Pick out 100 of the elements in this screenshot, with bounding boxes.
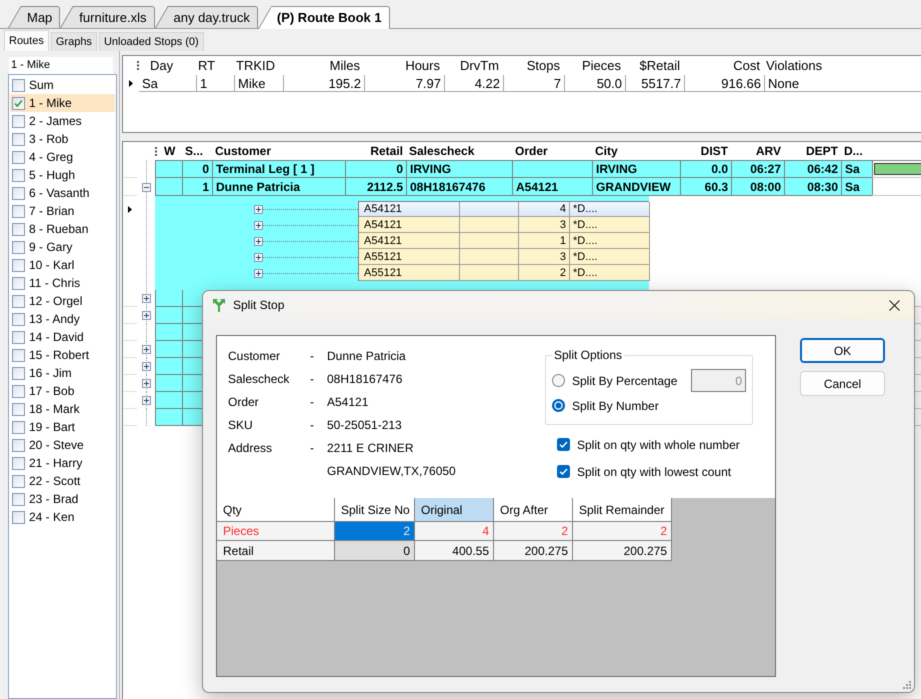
table-row[interactable]: 1 Dunne Patricia 2112.5 08H18167476 A54121 GRANDVIEW 60.3 08:00 08:30 Sa (155, 178, 872, 196)
checkbox-icon[interactable] (12, 96, 25, 110)
expand-icon[interactable] (142, 345, 150, 354)
column-header[interactable]: Hours (363, 56, 443, 75)
column-header[interactable]: RT (195, 56, 233, 75)
resize-grip-icon[interactable] (903, 681, 911, 689)
column-header[interactable]: Split Remainder (573, 498, 672, 522)
column-header[interactable]: City (592, 142, 680, 160)
detail-row[interactable]: A55121 3 *D.... (358, 249, 649, 265)
column-header[interactable]: Cost (683, 56, 763, 75)
radio-option[interactable]: Split By Percentage (552, 374, 678, 388)
column-header[interactable]: Salescheck (406, 142, 512, 160)
document-tab[interactable]: Map (8, 6, 60, 28)
checkbox-icon[interactable] (12, 222, 25, 236)
detail-row[interactable]: A54121 3 *D.... (358, 217, 649, 233)
route-list-item[interactable]: 4 - Greg (10, 148, 115, 166)
column-header[interactable]: TRKID (233, 56, 282, 75)
column-header[interactable]: Order (512, 142, 592, 160)
route-list-item[interactable]: 12 - Orgel (10, 292, 115, 310)
checkbox-icon[interactable] (12, 150, 25, 164)
route-list-item[interactable]: 9 - Gary (10, 238, 115, 256)
checkbox-icon[interactable] (12, 204, 25, 218)
column-header[interactable]: Violations (763, 56, 921, 75)
column-header[interactable]: Org After (494, 498, 573, 522)
route-list-item[interactable]: 23 - Brad (10, 490, 115, 508)
route-list-item[interactable]: 5 - Hugh (10, 166, 115, 184)
route-list-item[interactable]: 17 - Bob (10, 382, 115, 400)
expand-icon[interactable] (254, 236, 263, 246)
detail-row[interactable]: A54121 1 *D.... (358, 233, 649, 249)
expand-icon[interactable] (142, 294, 150, 303)
collapse-icon[interactable] (142, 182, 150, 192)
table-row[interactable]: 0 Terminal Leg [ 1 ] 0 IRVING IRVING 0.0 06:27 06:42 Sa (155, 160, 872, 178)
checkbox-icon[interactable] (557, 438, 570, 451)
route-list-item[interactable]: 24 - Ken (10, 508, 115, 526)
route-list-item[interactable]: 2 - James (10, 112, 115, 130)
radio-icon[interactable] (552, 374, 565, 387)
route-list-item[interactable]: 6 - Vasanth (10, 184, 115, 202)
table-cell[interactable]: 2 (335, 522, 415, 541)
table-cell[interactable]: 200.275 (494, 541, 573, 561)
checkbox-icon[interactable] (12, 168, 25, 182)
column-header[interactable]: Qty (217, 498, 335, 522)
radio-option[interactable]: Split By Number (552, 398, 659, 412)
expand-icon[interactable] (142, 396, 150, 405)
route-list-item[interactable]: 16 - Jim (10, 364, 115, 382)
document-tab[interactable]: any day.truck (154, 6, 258, 28)
checkbox-icon[interactable] (12, 330, 25, 344)
checkbox-icon[interactable] (12, 402, 25, 416)
checkbox-icon[interactable] (12, 78, 25, 92)
route-list-item[interactable]: 14 - David (10, 328, 115, 346)
checkbox-icon[interactable] (12, 474, 25, 488)
checkbox-icon[interactable] (12, 510, 25, 524)
checkbox-icon[interactable] (12, 294, 25, 308)
route-list-item[interactable]: 8 - Rueban (10, 220, 115, 238)
column-header[interactable]: D... (841, 142, 872, 160)
column-header[interactable]: Original (415, 498, 494, 522)
route-list-item[interactable]: 1 - Mike (10, 94, 115, 112)
route-list-item[interactable]: 3 - Rob (10, 130, 115, 148)
checkbox-icon[interactable] (12, 276, 25, 290)
column-header[interactable]: DEPT (784, 142, 841, 160)
column-header[interactable]: Retail (345, 142, 406, 160)
column-header[interactable]: Customer (212, 142, 345, 160)
route-list-item[interactable]: 21 - Harry (10, 454, 115, 472)
column-header[interactable]: Miles (282, 56, 363, 75)
route-list-item[interactable]: 11 - Chris (10, 274, 115, 292)
expand-icon[interactable] (254, 204, 263, 214)
expand-icon[interactable] (254, 220, 263, 230)
expand-icon[interactable] (142, 311, 150, 320)
checkbox-icon[interactable] (557, 465, 570, 478)
radio-icon[interactable] (552, 399, 565, 412)
checkbox-icon[interactable] (12, 114, 25, 128)
column-header[interactable]: $Retail (624, 56, 683, 75)
column-header[interactable]: DrvTm (443, 56, 502, 75)
view-tab[interactable]: Graphs (50, 32, 97, 51)
table-cell[interactable]: 200.275 (573, 541, 672, 561)
column-header[interactable]: S... (182, 142, 212, 160)
route-list-item[interactable]: Sum (10, 76, 115, 94)
checkbox-option[interactable]: Split on qty with lowest count (557, 464, 732, 478)
checkbox-icon[interactable] (12, 366, 25, 380)
checkbox-icon[interactable] (12, 456, 25, 470)
checkbox-icon[interactable] (12, 384, 25, 398)
column-header[interactable]: Split Size No (335, 498, 415, 522)
checkbox-icon[interactable] (12, 240, 25, 254)
route-list-item[interactable]: 18 - Mark (10, 400, 115, 418)
expand-icon[interactable] (142, 379, 150, 388)
detail-row[interactable]: A55121 2 *D.... (358, 265, 649, 281)
route-list-item[interactable]: 7 - Brian (10, 202, 115, 220)
route-list-item[interactable]: 10 - Karl (10, 256, 115, 274)
checkbox-option[interactable]: Split on qty with whole number (557, 438, 740, 452)
document-tab[interactable]: furniture.xls (60, 6, 154, 28)
dialog-button[interactable]: Cancel (800, 371, 885, 396)
route-list-item[interactable]: 22 - Scott (10, 472, 115, 490)
checkbox-icon[interactable] (12, 186, 25, 200)
dialog-button[interactable]: OK (800, 338, 885, 363)
column-header[interactable]: ARV (731, 142, 784, 160)
column-header[interactable]: Stops (502, 56, 563, 75)
checkbox-icon[interactable] (12, 132, 25, 146)
checkbox-icon[interactable] (12, 492, 25, 506)
checkbox-icon[interactable] (12, 312, 25, 326)
route-list-item[interactable]: 20 - Steve (10, 436, 115, 454)
column-header[interactable]: DIST (680, 142, 731, 160)
